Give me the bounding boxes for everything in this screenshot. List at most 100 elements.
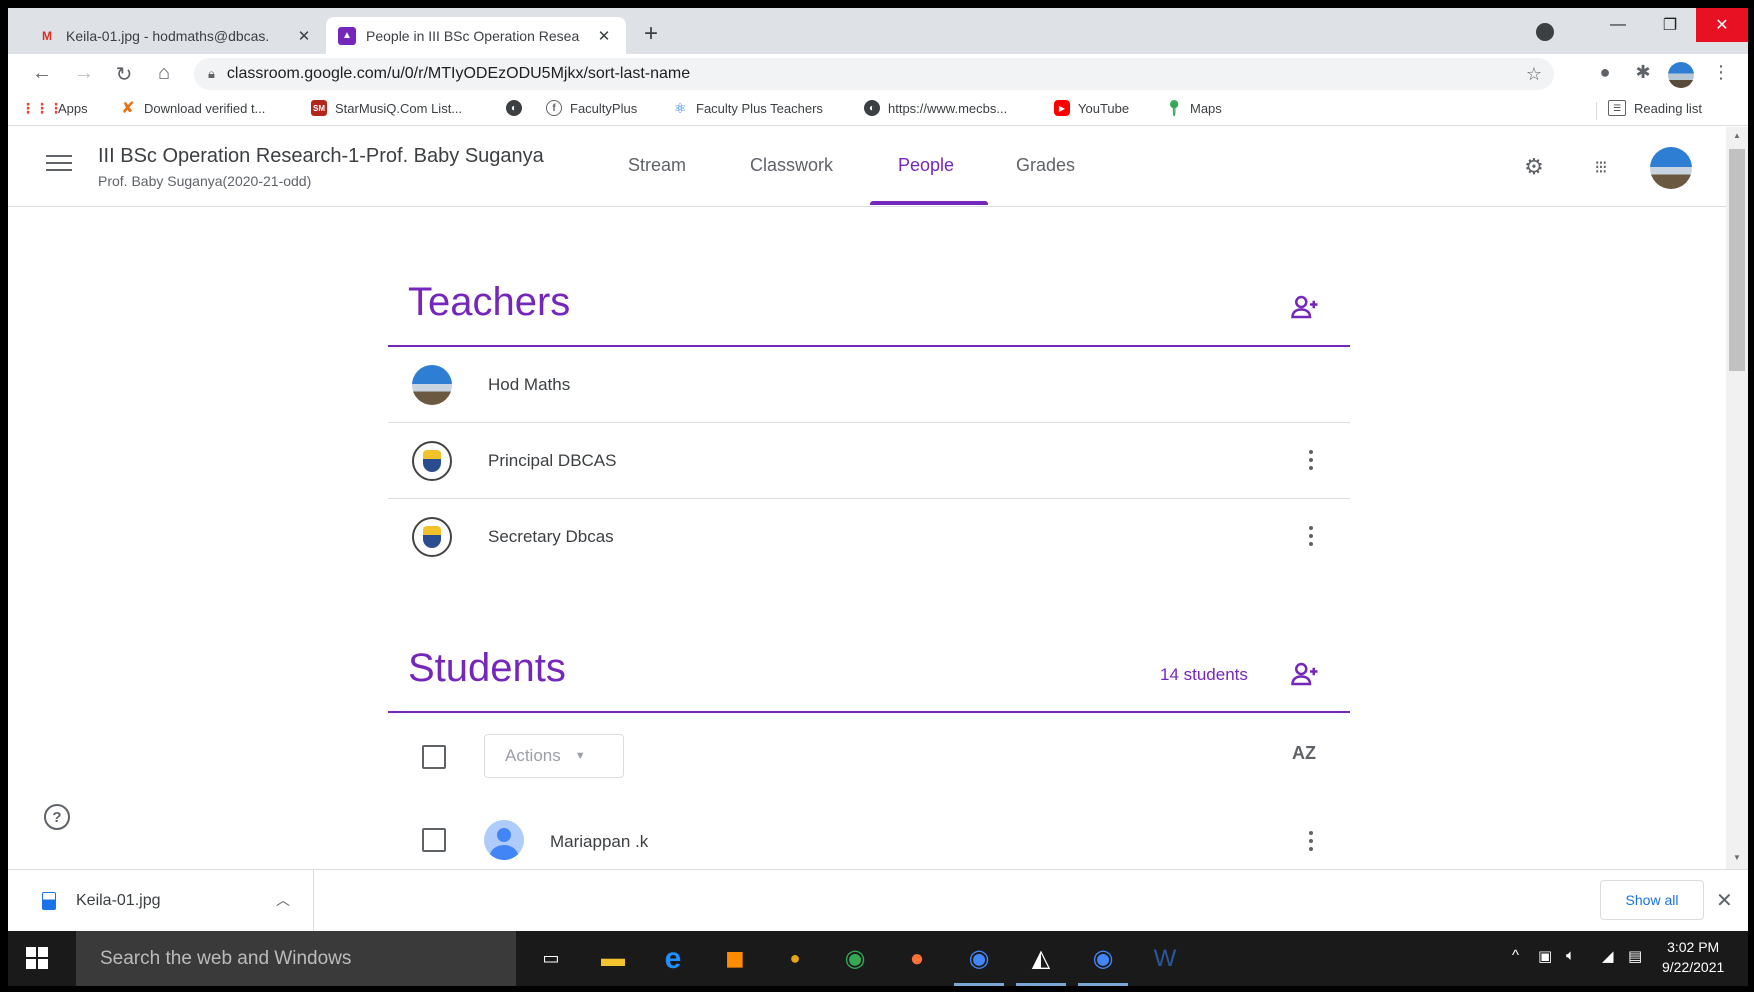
bookmark-mecbs[interactable]: ◐ https://www.mecbs... xyxy=(864,100,1007,116)
bookmark-star-icon[interactable]: ☆ xyxy=(1526,64,1542,85)
chevron-up-icon[interactable]: ︿ xyxy=(276,890,290,910)
word-icon[interactable]: W xyxy=(1136,931,1194,986)
edge-icon[interactable]: e xyxy=(644,931,702,986)
tab-grades[interactable]: Grades xyxy=(1016,155,1075,176)
clock-time: 3:02 PM xyxy=(1667,939,1720,955)
close-icon[interactable]: ✕ xyxy=(594,27,614,45)
volume-icon[interactable]: 🔈︎ xyxy=(1566,947,1575,964)
bookmark-download-verified[interactable]: ✘ Download verified t... xyxy=(120,100,266,117)
browser-tab-gmail[interactable]: M Keila-01.jpg - hodmaths@dbcas. ✕ xyxy=(26,17,326,54)
bookmarks-bar: ⋮⋮⋮ Apps ✘ Download verified t... SM Sta… xyxy=(8,94,1748,126)
invite-teacher-icon[interactable] xyxy=(1290,292,1320,322)
classroom-header: III BSc Operation Research-1-Prof. Baby … xyxy=(8,127,1726,207)
bookmark-globe[interactable]: ◐ xyxy=(506,100,530,116)
tab-classwork[interactable]: Classwork xyxy=(750,155,833,176)
bookmark-label: Download verified t... xyxy=(144,100,266,116)
browser-profile-icon[interactable] xyxy=(1536,23,1554,41)
extension-icon[interactable]: ● xyxy=(1592,62,1618,83)
more-options-icon[interactable] xyxy=(1298,521,1324,551)
help-icon[interactable]: ? xyxy=(44,804,70,830)
starmusiq-icon: SM xyxy=(311,100,327,116)
invite-student-icon[interactable] xyxy=(1290,659,1320,689)
taskbar-clock[interactable]: 3:02 PM 9/22/2021 xyxy=(1662,937,1724,977)
browser-toolbar: ← → ↻ ⌂ 🔒︎ classroom.google.com/u/0/r/MT… xyxy=(8,54,1748,94)
reload-icon[interactable]: ↻ xyxy=(112,62,136,87)
page-scrollbar[interactable]: ▲ ▼ xyxy=(1726,127,1748,869)
close-icon[interactable]: ✕ xyxy=(1716,888,1733,913)
app-icon[interactable]: ◼ xyxy=(706,931,764,986)
tab-title: Keila-01.jpg - hodmaths@dbcas. xyxy=(66,27,270,44)
notification-icon[interactable]: ▤ xyxy=(1628,947,1642,965)
file-explorer-icon[interactable]: ▬ xyxy=(584,931,642,986)
bookmark-starmusiq[interactable]: SM StarMusiQ.Com List... xyxy=(311,100,462,116)
bookmark-apps[interactable]: ⋮⋮⋮ Apps xyxy=(21,99,88,116)
photos-icon[interactable]: ◭ xyxy=(1012,931,1070,986)
url-text: classroom.google.com/u/0/r/MTIyODEzODU5M… xyxy=(226,65,691,82)
app-icon[interactable]: ● xyxy=(766,931,824,986)
window-close-icon[interactable]: ✕ xyxy=(1696,8,1748,42)
college-crest-avatar xyxy=(412,517,452,557)
chrome-icon[interactable]: ◉ xyxy=(826,931,884,986)
windows-start-icon[interactable] xyxy=(26,947,48,969)
more-options-icon[interactable] xyxy=(1298,826,1324,856)
scroll-up-icon[interactable]: ▲ xyxy=(1726,131,1748,140)
new-tab-icon[interactable]: + xyxy=(644,22,658,46)
wifi-icon[interactable]: ◢ xyxy=(1602,947,1614,965)
student-avatar xyxy=(484,820,524,860)
select-all-checkbox[interactable] xyxy=(422,745,446,769)
bookmark-label: FacultyPlus xyxy=(570,100,638,116)
sort-az-icon[interactable]: AZ xyxy=(1292,743,1316,764)
home-icon[interactable]: ⌂ xyxy=(152,62,176,85)
bookmark-youtube[interactable]: ▶ YouTube xyxy=(1054,100,1129,116)
globe-icon: ◐ xyxy=(864,100,880,116)
show-all-button[interactable]: Show all xyxy=(1600,880,1704,920)
youtube-icon: ▶ xyxy=(1054,100,1070,116)
minimize-icon[interactable]: — xyxy=(1592,8,1644,42)
tab-stream[interactable]: Stream xyxy=(628,155,686,176)
bookmark-label: Apps xyxy=(58,100,88,116)
tray-chevron-icon[interactable]: ^ xyxy=(1512,947,1519,964)
chrome-profile-icon[interactable]: ◉ xyxy=(950,931,1008,986)
profile-avatar[interactable] xyxy=(1668,62,1694,88)
browser-menu-icon[interactable]: ⋮ xyxy=(1708,62,1734,83)
student-checkbox[interactable] xyxy=(422,828,446,852)
download-item[interactable]: Keila-01.jpg ︿ xyxy=(8,870,314,932)
bookmark-faculty-plus-teachers[interactable]: ⚛ Faculty Plus Teachers xyxy=(672,100,823,116)
more-options-icon[interactable] xyxy=(1298,445,1324,475)
actions-dropdown[interactable]: Actions ▼ xyxy=(484,734,624,778)
scroll-down-icon[interactable]: ▼ xyxy=(1726,853,1748,862)
browser-tab-classroom[interactable]: ▲ People in III BSc Operation Resea ✕ xyxy=(326,17,626,54)
bookmark-label: StarMusiQ.Com List... xyxy=(335,100,463,116)
tab-people[interactable]: People xyxy=(898,155,954,176)
settings-gear-icon[interactable]: ⚙ xyxy=(1516,149,1552,185)
forward-icon[interactable]: → xyxy=(72,62,96,85)
chevron-down-icon: ▼ xyxy=(574,750,586,762)
firefox-icon[interactable]: ● xyxy=(888,931,946,986)
tray-network-icon[interactable]: ▣ xyxy=(1538,947,1552,965)
react-icon: ⚛ xyxy=(673,99,687,116)
active-tab-indicator xyxy=(870,201,988,205)
address-bar[interactable]: 🔒︎ classroom.google.com/u/0/r/MTIyODEzOD… xyxy=(194,58,1554,90)
apps-grid-icon[interactable]: ⁝⁝⁝ xyxy=(1582,149,1618,185)
bookmark-facultyplus[interactable]: f FacultyPlus xyxy=(546,100,637,116)
back-icon[interactable]: ← xyxy=(30,62,54,85)
extensions-puzzle-icon[interactable]: ✱ xyxy=(1630,62,1656,83)
account-avatar[interactable] xyxy=(1650,147,1692,189)
restore-icon[interactable]: ❐ xyxy=(1644,8,1696,42)
main-menu-icon[interactable] xyxy=(46,155,72,176)
class-title[interactable]: III BSc Operation Research-1-Prof. Baby … xyxy=(98,145,544,168)
chrome-active-icon[interactable]: ◉ xyxy=(1074,931,1132,986)
teacher-row: Secretary Dbcas xyxy=(388,499,1350,575)
apps-grid-icon: ⋮⋮⋮ xyxy=(21,99,63,116)
teacher-name: Hod Maths xyxy=(488,375,571,394)
close-icon[interactable]: ✕ xyxy=(294,27,314,45)
tab-title: People in III BSc Operation Resea xyxy=(366,27,580,44)
taskbar-search[interactable]: Search the web and Windows xyxy=(76,931,516,986)
bookmark-label: Faculty Plus Teachers xyxy=(696,100,823,116)
bookmark-maps[interactable]: 📍︎ Maps xyxy=(1164,100,1221,117)
task-view-icon[interactable]: ▭ xyxy=(522,931,580,986)
screen: M Keila-01.jpg - hodmaths@dbcas. ✕ ▲ Peo… xyxy=(8,8,1748,986)
globe-icon: ◐ xyxy=(506,100,522,116)
scrollbar-thumb[interactable] xyxy=(1729,149,1745,371)
reading-list-button[interactable]: ☰ Reading list xyxy=(1608,100,1702,116)
